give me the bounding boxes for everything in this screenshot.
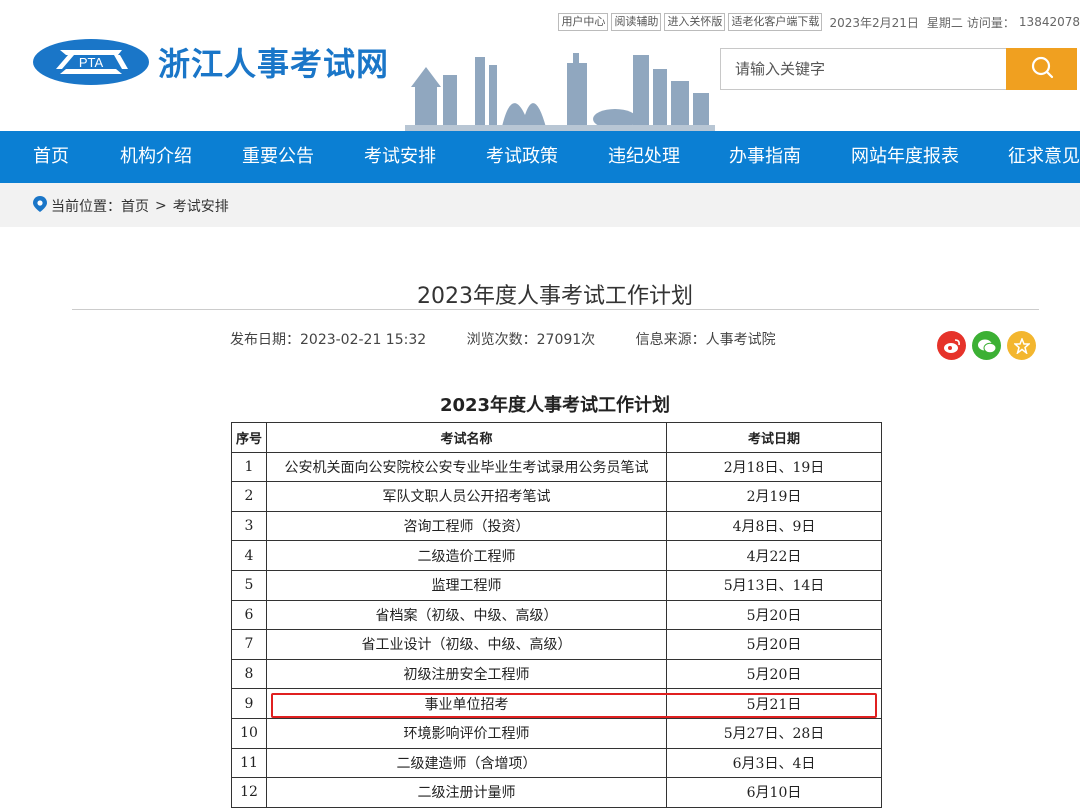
table-row: 10 环境影响评价工程师 5月27日、28日	[231, 717, 882, 749]
search-button[interactable]	[1006, 48, 1077, 90]
pta-emblem: PTA	[32, 38, 150, 86]
exam-plan-table: 序号 考试名称 考试日期 1 公安机关面向公安院校公安专业毕业生考试录用公务员笔试…	[231, 422, 882, 808]
site-logo[interactable]: PTA 浙江人事考试网	[32, 38, 389, 86]
breadcrumb-current-link[interactable]: 考试安排	[173, 196, 229, 216]
view-count: 浏览次数：27091次	[466, 332, 596, 348]
header-exam-date: 考试日期	[666, 422, 882, 453]
header-no: 序号	[231, 422, 267, 453]
row-no: 12	[231, 777, 267, 808]
row-no: 6	[231, 599, 267, 631]
wechat-icon[interactable]	[972, 331, 1001, 360]
breadcrumb-label: 当前位置：	[51, 199, 121, 215]
info-source: 信息来源：人事考试院	[635, 332, 776, 348]
nav-exam-policy[interactable]: 考试政策	[486, 131, 558, 183]
location-pin-icon	[33, 196, 47, 216]
row-exam-name: 省档案（初级、中级、高级）	[266, 599, 667, 631]
search-input[interactable]	[720, 48, 1006, 90]
row-exam-name: 咨询工程师（投资）	[266, 510, 667, 542]
row-exam-name: 省工业设计（初级、中级、高级）	[266, 629, 667, 660]
row-exam-name: 二级造价工程师	[266, 540, 667, 571]
favorite-icon[interactable]	[1007, 331, 1036, 360]
row-exam-date: 5月27日、28日	[666, 717, 882, 749]
row-no: 2	[231, 481, 267, 512]
table-row: 11 二级建造师（含增项） 6月3日、4日	[231, 747, 882, 779]
current-weekday: 星期二	[926, 15, 963, 30]
row-exam-name: 环境影响评价工程师	[266, 717, 667, 749]
care-mode-link[interactable]: 进入关怀版	[664, 13, 726, 31]
row-exam-date: 2月19日	[666, 481, 882, 512]
reading-aid-link[interactable]: 阅读辅助	[611, 13, 662, 31]
row-exam-date: 6月10日	[666, 777, 882, 808]
search-icon	[1030, 55, 1054, 83]
row-exam-date: 4月8日、9日	[666, 510, 882, 542]
table-row: 2 军队文职人员公开招考笔试 2月19日	[231, 481, 882, 512]
table-header-row: 序号 考试名称 考试日期	[231, 422, 882, 453]
nav-service-guide[interactable]: 办事指南	[729, 131, 801, 183]
row-exam-date: 5月20日	[666, 658, 882, 690]
svg-text:PTA: PTA	[79, 55, 104, 70]
table-row: 6 省档案（初级、中级、高级） 5月20日	[231, 599, 882, 631]
table-row: 5 监理工程师 5月13日、14日	[231, 569, 882, 601]
weibo-icon[interactable]	[937, 331, 966, 360]
nav-home[interactable]: 首页	[33, 131, 69, 183]
table-row: 8 初级注册安全工程师 5月20日	[231, 658, 882, 690]
city-skyline-illustration	[405, 45, 715, 131]
row-no: 7	[231, 629, 267, 660]
row-exam-date: 5月20日	[666, 629, 882, 660]
row-exam-name: 公安机关面向公安院校公安专业毕业生考试录用公务员笔试	[266, 451, 667, 483]
visits-count: 13842078	[1018, 15, 1080, 29]
row-no: 5	[231, 569, 267, 601]
site-title: 浙江人事考试网	[158, 45, 390, 83]
current-date: 2023年2月21日	[829, 15, 919, 30]
highlight-annotation-box	[271, 693, 877, 718]
header-exam-name: 考试名称	[266, 422, 667, 453]
site-search	[720, 48, 1077, 92]
row-no: 3	[231, 510, 267, 542]
row-exam-name: 军队文职人员公开招考笔试	[266, 481, 667, 512]
row-exam-name: 二级建造师（含增项）	[266, 747, 667, 779]
table-row: 7 省工业设计（初级、中级、高级） 5月20日	[231, 629, 882, 660]
nav-exam-schedule[interactable]: 考试安排	[364, 131, 436, 183]
row-exam-name: 初级注册安全工程师	[266, 658, 667, 690]
row-no: 11	[231, 747, 267, 779]
table-title: 2023年度人事考试工作计划	[439, 395, 671, 416]
nav-about[interactable]: 机构介绍	[120, 131, 192, 183]
row-exam-date: 2月18日、19日	[666, 451, 882, 483]
row-exam-date: 5月20日	[666, 599, 882, 631]
breadcrumb-separator: >	[155, 198, 167, 214]
row-no: 10	[231, 717, 267, 749]
row-exam-date: 5月13日、14日	[666, 569, 882, 601]
row-no: 4	[231, 540, 267, 571]
row-exam-name: 监理工程师	[266, 569, 667, 601]
elderly-client-download-link[interactable]: 适老化客户端下载	[728, 13, 823, 31]
article-title: 2023年度人事考试工作计划	[417, 284, 693, 309]
nav-violation-handling[interactable]: 违纪处理	[608, 131, 680, 183]
title-divider	[72, 309, 1039, 310]
row-no: 9	[231, 688, 267, 719]
row-exam-name: 二级注册计量师	[266, 777, 667, 808]
row-no: 1	[231, 451, 267, 483]
nav-feedback[interactable]: 征求意见	[1008, 131, 1080, 183]
top-utility-bar: 用户中心 阅读辅助 进入关怀版 适老化客户端下载 2023年2月21日 星期二 …	[558, 12, 1080, 32]
row-exam-date: 4月22日	[666, 540, 882, 571]
publish-date: 发布日期：2023-02-21 15:32	[230, 332, 427, 348]
nav-annual-report[interactable]: 网站年度报表	[851, 131, 959, 183]
share-buttons	[937, 331, 1036, 360]
table-row: 12 二级注册计量师 6月10日	[231, 777, 882, 808]
article-meta: 发布日期：2023-02-21 15:32 浏览次数：27091次 信息来源：人…	[230, 329, 812, 349]
table-row: 1 公安机关面向公安院校公安专业毕业生考试录用公务员笔试 2月18日、19日	[231, 451, 882, 483]
row-exam-date: 6月3日、4日	[666, 747, 882, 779]
row-no: 8	[231, 658, 267, 690]
nav-announcements[interactable]: 重要公告	[242, 131, 314, 183]
visits-label: 访问量：	[966, 15, 1015, 30]
breadcrumb: 当前位置： 首页 > 考试安排	[0, 183, 1080, 227]
user-center-link[interactable]: 用户中心	[558, 13, 609, 31]
breadcrumb-home-link[interactable]: 首页	[121, 196, 149, 216]
table-row: 3 咨询工程师（投资） 4月8日、9日	[231, 510, 882, 542]
table-row: 4 二级造价工程师 4月22日	[231, 540, 882, 571]
main-nav: 首页 机构介绍 重要公告 考试安排 考试政策 违纪处理 办事指南 网站年度报表 …	[0, 131, 1080, 183]
